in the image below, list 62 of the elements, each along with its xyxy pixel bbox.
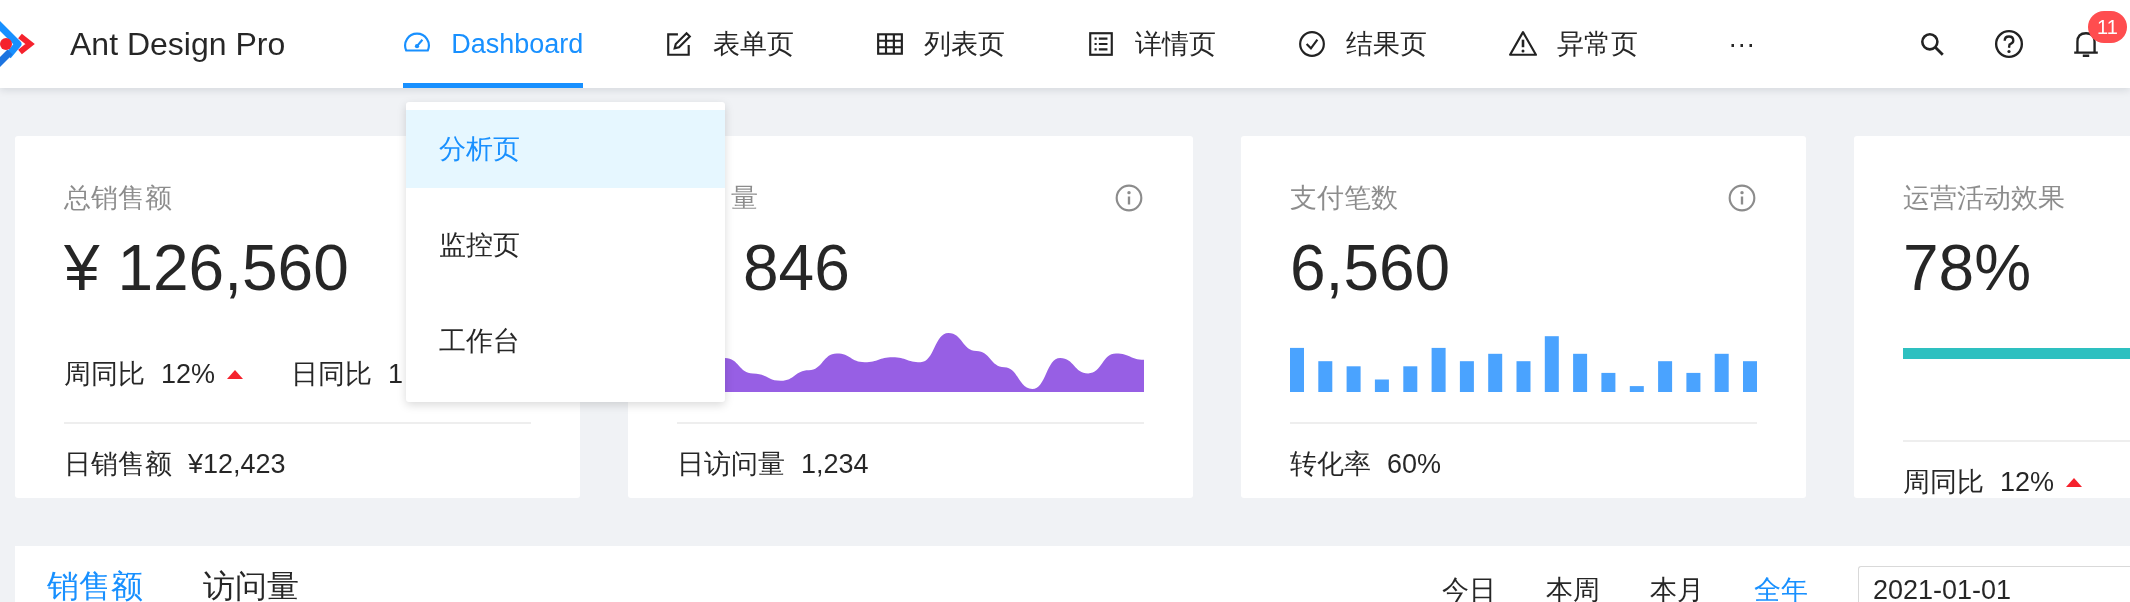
stat-value-text: ¥12,423 [188,448,286,481]
app-title: Ant Design Pro [70,25,286,64]
chart-bar [1290,347,1304,392]
chart-bar [1686,372,1701,392]
info-icon[interactable] [1114,183,1144,213]
stat-value-text: 1,234 [801,448,869,481]
chart-bar [1544,336,1559,392]
stat-number: 846 [743,231,850,306]
card-tab[interactable]: 访问量 [203,566,299,602]
chart-bar [1374,379,1389,392]
chart-bar [1516,361,1531,392]
card-title: 支付笔数 [1290,182,1398,215]
stat-label: 转化率 [1290,448,1371,481]
notification-badge: 11 [2088,11,2127,43]
card-title: 量 [730,182,758,215]
chart-bar [1459,361,1474,392]
dropdown-item[interactable]: 监控页 [406,206,725,284]
bell-icon[interactable] [2072,29,2100,59]
check-circle-icon [1298,30,1327,58]
stat-number: 6,560 [1290,231,1451,306]
menu-tab[interactable]: 异常页 [1509,0,1639,88]
menu-tab[interactable]: 结果页 [1298,0,1428,88]
stat-value-text: 1 [388,358,404,391]
menu-tab[interactable]: 列表页 [876,0,1006,88]
more-menu-link[interactable]: ··· [1720,23,1764,65]
table-icon [876,30,905,58]
stat-label: 周同比 [1903,466,1984,498]
chart-bar [1629,386,1644,392]
stat-value-text: 12% [161,358,216,391]
chart-bar [1601,372,1616,392]
stat-value-text: 12% [2000,466,2055,498]
edit-icon [665,30,694,58]
chart-bar [1714,353,1729,392]
date-field[interactable]: 2021-01-01 [1858,566,2130,602]
stat-number: 78% [1903,231,2032,306]
menu-tab[interactable]: 详情页 [1087,0,1217,88]
range-link[interactable]: 本周 [1546,569,1600,602]
caret-up-icon [2066,477,2083,487]
stat-label: 日同比 [291,358,373,391]
info-icon[interactable] [1727,183,1757,213]
card-title: 总销售额 [64,182,172,215]
stat-label: 日访问量 [677,448,785,481]
stat-label: 周同比 [64,358,145,391]
chart-bar [1431,347,1446,392]
range-link[interactable]: 本月 [1650,569,1704,602]
menu-tab[interactable]: 表单页 [665,0,795,88]
chart-bar [1658,361,1673,392]
stat-value-text: 60% [1387,448,1442,481]
chart-bar [1743,361,1757,392]
card-title: 运营活动效果 [1903,182,2065,215]
chart-bar [1318,361,1333,392]
list-icon [1087,30,1116,58]
chart-bar [1403,366,1418,392]
chart-bar [1346,366,1361,392]
dropdown-item[interactable]: 工作台 [406,302,725,380]
chart-bar [1573,353,1588,392]
range-link[interactable]: 今日 [1442,569,1496,602]
warning-icon [1509,30,1538,58]
stat-label: 日销售额 [64,448,172,481]
stat-number: ¥ 126,560 [64,231,349,306]
caret-up-icon [227,369,244,379]
chart-bar [1488,353,1503,392]
